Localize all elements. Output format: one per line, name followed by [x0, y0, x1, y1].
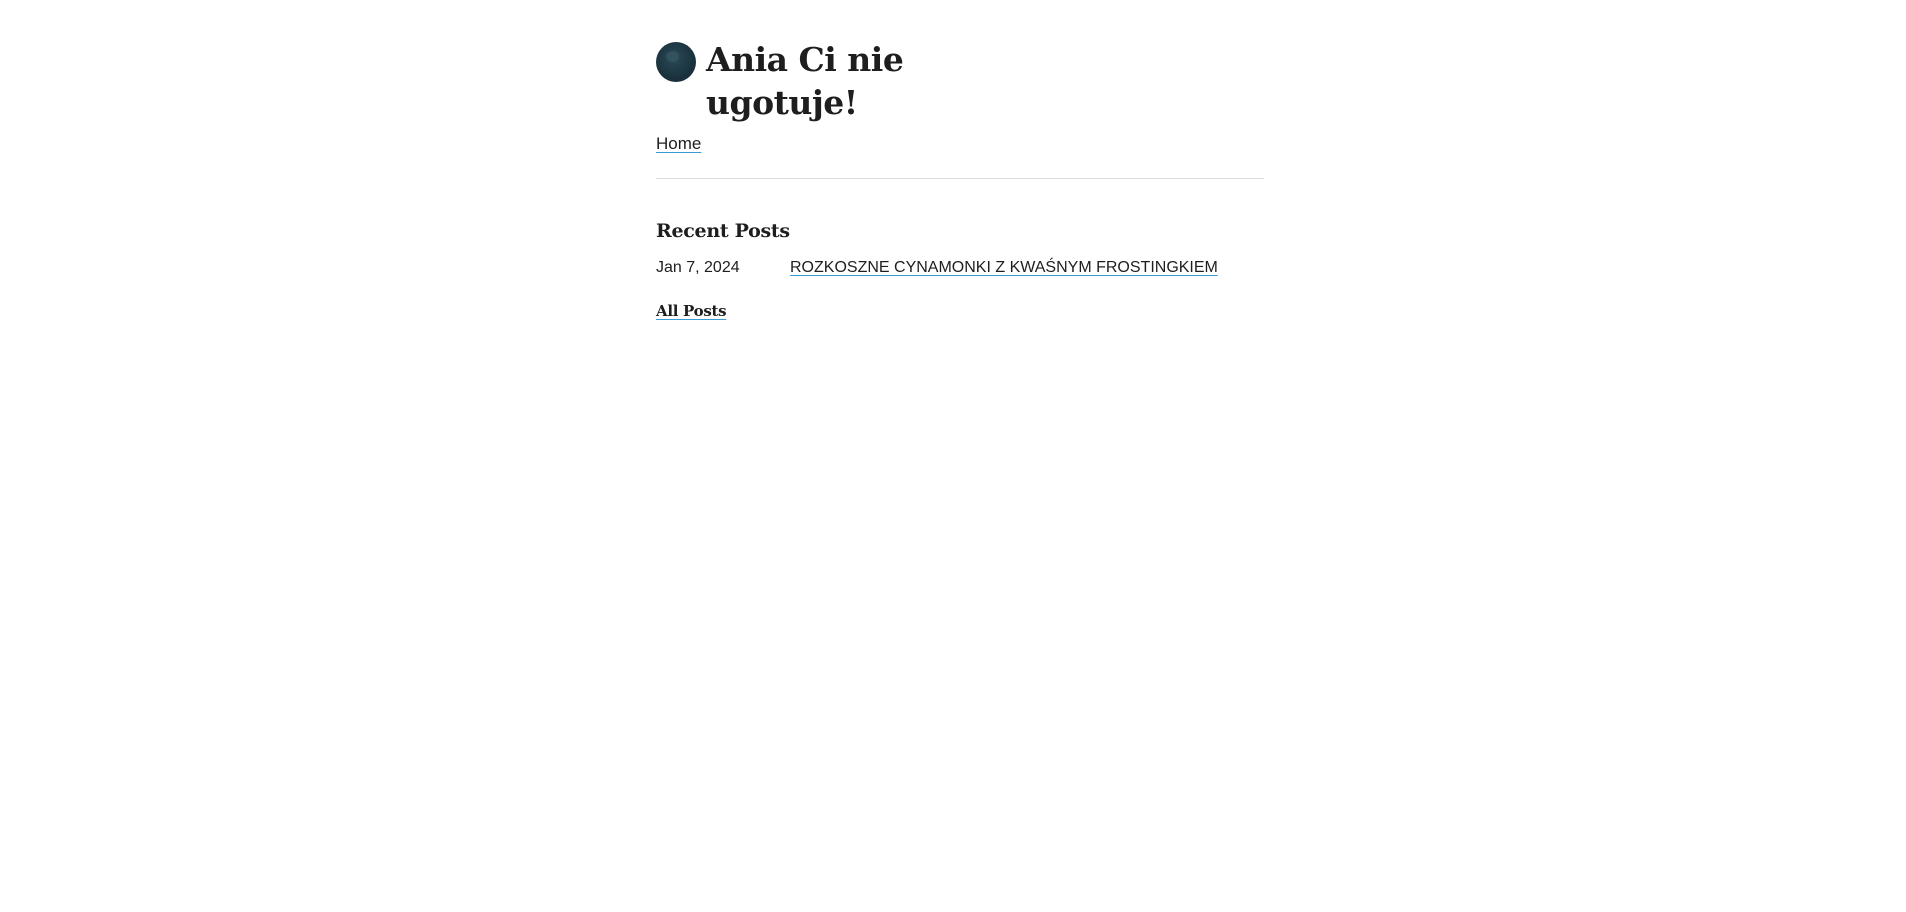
post-date: Jan 7, 2024	[656, 259, 740, 276]
site-title[interactable]: Ania Ci nie ugotuje!	[706, 38, 946, 124]
header-divider	[656, 178, 1264, 179]
page-container: Ania Ci nie ugotuje! Home Recent Posts J…	[656, 0, 1264, 321]
all-posts-link[interactable]: All Posts	[656, 302, 727, 320]
site-logo-icon[interactable]	[656, 42, 696, 82]
recent-posts-heading: Recent Posts	[656, 220, 790, 242]
nav-item-home[interactable]: Home	[656, 134, 701, 153]
primary-nav: Home	[656, 134, 1264, 154]
site-header: Ania Ci nie ugotuje!	[656, 38, 1264, 124]
post-list-item: Jan 7, 2024 ROZKOSZNE CYNAMONKI Z KWAŚNY…	[656, 259, 1264, 277]
post-title-link[interactable]: ROZKOSZNE CYNAMONKI Z KWAŚNYM FROSTINGKI…	[790, 259, 1218, 277]
recent-posts-section: Recent Posts Jan 7, 2024 ROZKOSZNE CYNAM…	[656, 220, 1264, 321]
